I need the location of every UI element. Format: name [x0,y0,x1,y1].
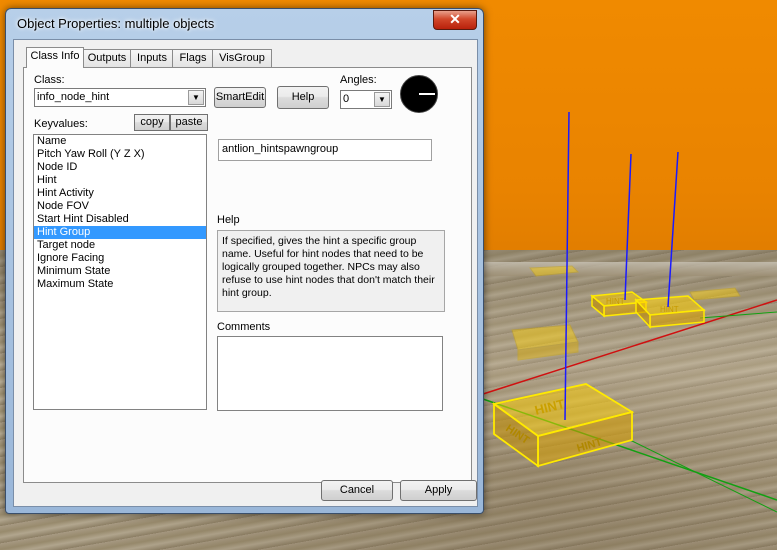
tab-outputs[interactable]: Outputs [82,49,132,67]
keyvalue-item[interactable]: Pitch Yaw Roll (Y Z X) [34,148,206,161]
keyvalue-item[interactable]: Target node [34,239,206,252]
dialog-client: Class Info Outputs Inputs Flags VisGroup… [13,39,478,507]
svg-text:HINT: HINT [606,297,625,306]
hint-entity-front[interactable]: HINT HINT HINT [491,383,635,468]
keyvalue-value-text: antlion_hintspawngroup [222,143,339,155]
angles-value: 0 [343,93,350,105]
keyvalue-item[interactable]: Node FOV [34,200,206,213]
close-button[interactable]: ✕ [433,10,477,30]
class-combobox[interactable]: info_node_hint ▼ [34,88,206,107]
tab-visgroup[interactable]: VisGroup [212,49,272,67]
class-info-panel: Class: info_node_hint ▼ SmartEdit Help A… [23,67,472,483]
help-text: If specified, gives the hint a specific … [222,235,435,299]
title-bar[interactable]: Object Properties: multiple objects ✕ [6,9,483,37]
keyvalue-item[interactable]: Hint Group [34,226,206,239]
chevron-down-icon[interactable]: ▼ [188,90,204,105]
keyvalues-label: Keyvalues: [34,118,88,130]
hint-entity-faint-2[interactable] [511,324,579,361]
help-text-box: If specified, gives the hint a specific … [217,230,445,312]
smartedit-button[interactable]: SmartEdit [214,87,266,108]
angles-combobox[interactable]: 0 ▼ [340,90,392,109]
keyvalue-item[interactable]: Hint [34,174,206,187]
keyvalue-item[interactable]: Maximum State [34,278,206,291]
cancel-button[interactable]: Cancel [321,480,393,501]
window-title: Object Properties: multiple objects [17,16,215,31]
tab-flags[interactable]: Flags [172,49,214,67]
hint-entity-faint-1[interactable] [529,265,580,277]
keyvalue-value-field[interactable]: antlion_hintspawngroup [218,139,432,161]
close-icon: ✕ [449,11,461,27]
tab-class-info[interactable]: Class Info [26,47,84,68]
copy-button[interactable]: copy [134,114,170,131]
help-section-label: Help [217,214,240,226]
angle-dial[interactable] [400,75,438,113]
tab-inputs[interactable]: Inputs [130,49,174,67]
keyvalue-item[interactable]: Hint Activity [34,187,206,200]
hint-entity-mid-2[interactable]: HINT [634,295,706,329]
keyvalue-item[interactable]: Minimum State [34,265,206,278]
keyvalue-item[interactable]: Start Hint Disabled [34,213,206,226]
keyvalues-list[interactable]: Name Pitch Yaw Roll (Y Z X) Node ID Hint Hin… [33,134,207,410]
hint-entity-faint-3[interactable] [689,287,741,301]
comments-label: Comments [217,321,271,333]
keyvalue-item[interactable]: Node ID [34,161,206,174]
chevron-down-icon[interactable]: ▼ [374,92,390,107]
apply-button[interactable]: Apply [400,480,477,501]
angles-label: Angles: [340,74,377,86]
angle-needle [419,93,435,95]
keyvalue-item[interactable]: Name [34,135,206,148]
comments-field[interactable] [217,336,443,411]
paste-button[interactable]: paste [170,114,208,131]
object-properties-dialog: Object Properties: multiple objects ✕ Cl… [5,8,484,514]
help-button[interactable]: Help [277,86,329,109]
class-label: Class: [34,74,65,86]
class-value: info_node_hint [37,91,110,103]
keyvalue-item[interactable]: Ignore Facing [34,252,206,265]
svg-text:HINT: HINT [660,305,679,314]
